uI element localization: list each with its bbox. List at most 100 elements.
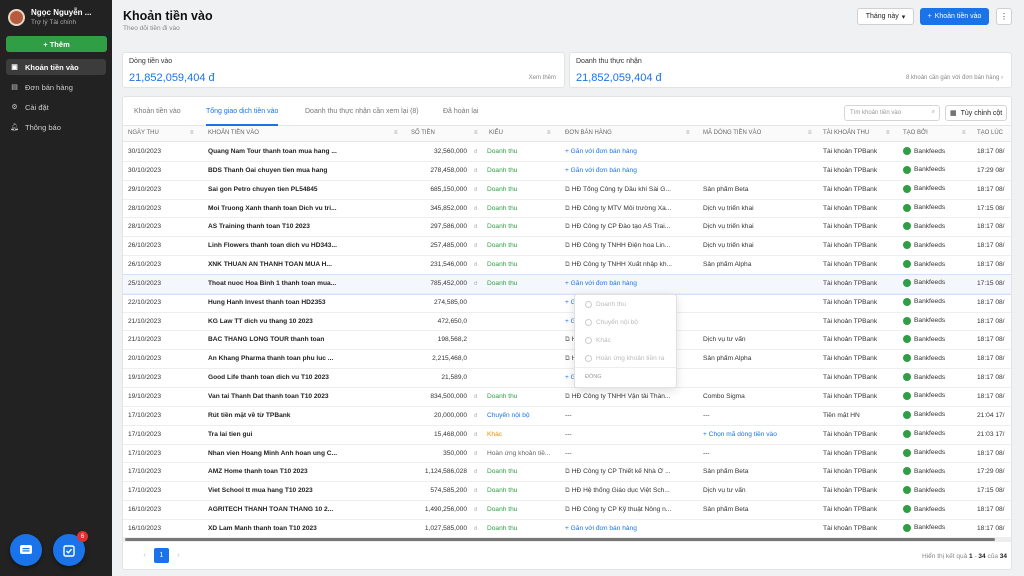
table-row[interactable]: 21/10/2023 KG Law TT dich vu thang 10 202…	[123, 313, 1011, 332]
cell-name[interactable]: KG Law TT dich vu thang 10 2023	[208, 318, 348, 325]
table-row[interactable]: 17/10/2023 Nhan vien Hoang Minh Anh hoan …	[123, 445, 1011, 464]
add-button[interactable]: + Thêm	[6, 36, 107, 52]
type-option[interactable]: Khác	[575, 331, 676, 349]
col-account[interactable]: TÀI KHOẢN THU	[823, 130, 869, 136]
month-select[interactable]: Tháng này ▾	[857, 8, 914, 25]
order-value[interactable]: HĐ Tổng Công ty Dầu khí Sài G...	[572, 186, 671, 193]
cell-name[interactable]: AS Training thanh toan T10 2023	[208, 223, 348, 230]
table-row[interactable]: 16/10/2023 XD Lam Manh thanh toan T10 202…	[123, 520, 1011, 539]
order-value[interactable]: HĐ Công ty TNHH Điện hoa Lin...	[572, 242, 670, 249]
cell-name[interactable]: XNK THUAN AN THANH TOAN MUA H...	[208, 261, 348, 268]
order-value[interactable]: HĐ Công ty TNHH Vận tải Thàn...	[572, 393, 671, 400]
cell-type[interactable]: Doanh thu	[487, 242, 555, 249]
cell-type[interactable]: Doanh thu	[487, 261, 555, 268]
cell-name[interactable]: Van tai Thanh Dat thanh toan T10 2023	[208, 393, 348, 400]
table-row[interactable]: 22/10/2023 Hung Hanh Invest thanh toan HD…	[123, 294, 1011, 313]
table-row[interactable]: 28/10/2023 AS Training thanh toan T10 202…	[123, 218, 1011, 238]
filter-icon[interactable]: ≡	[808, 130, 812, 136]
filter-icon[interactable]: ≡	[962, 130, 966, 136]
order-value[interactable]: HĐ Công ty CP Đào tạo AS Trai...	[572, 223, 670, 230]
table-row[interactable]: 17/10/2023 Rút tiền mặt về từ TPBank 20,00…	[123, 407, 1011, 426]
table-row[interactable]: 19/10/2023 Good Life thanh toan dich vu T…	[123, 369, 1011, 388]
col-date[interactable]: NGÀY THU	[128, 130, 159, 136]
cell-name[interactable]: Tra lai tien gui	[208, 431, 348, 438]
order-value[interactable]: HĐ Công ty MTV Môi trường Xa...	[572, 205, 672, 212]
order-value[interactable]: HĐ Công ty CP Kỹ thuật Nông n...	[572, 506, 672, 513]
table-row[interactable]: 25/10/2023 Thoat nuoc Hoa Binh 1 thanh to…	[123, 273, 1011, 295]
cell-name[interactable]: Thoat nuoc Hoa Binh 1 thanh toan mua...	[208, 280, 348, 287]
order-value[interactable]: HĐ Công ty TNHH Xuất nhập kh...	[572, 261, 672, 268]
cell-type[interactable]: Doanh thu	[487, 506, 555, 513]
table-row[interactable]: 17/10/2023 AMZ Home thanh toan T10 2023 1,…	[123, 463, 1011, 483]
scrollbar-thumb[interactable]	[125, 538, 995, 541]
cell-type[interactable]: Doanh thu	[487, 167, 555, 174]
cell-type[interactable]: Doanh thu	[487, 468, 555, 475]
external-link-icon[interactable]: ⧉	[565, 393, 570, 400]
table-row[interactable]: 26/10/2023 Linh Flowers thanh toan dich v…	[123, 237, 1011, 257]
cell-name[interactable]: Quang Nam Tour thanh toan mua hang ...	[208, 148, 348, 155]
sidebar-item-notifications[interactable]: 🔔︎ Thông báo	[6, 119, 106, 135]
link-sales-order-button[interactable]: + Gắn với đơn bán hàng	[565, 280, 637, 287]
cell-name[interactable]: AMZ Home thanh toan T10 2023	[208, 468, 348, 475]
revenue-link[interactable]: 8 khoản cần gán với đơn bán hàng ›	[906, 75, 1003, 81]
type-option[interactable]: Hoàn ứng khoản tiền ra	[575, 349, 676, 367]
col-created-at[interactable]: TẠO LÚC	[977, 130, 1003, 136]
col-name[interactable]: KHOẢN TIỀN VÀO	[208, 130, 259, 136]
cell-type[interactable]: Doanh thu	[487, 223, 555, 230]
cell-type[interactable]: Doanh thu	[487, 186, 555, 193]
filter-icon[interactable]: ≡	[686, 130, 690, 136]
add-incoming-button[interactable]: + Khoản tiền vào	[920, 8, 989, 25]
external-link-icon[interactable]: ⧉	[565, 487, 570, 494]
cell-name[interactable]: Viet School tt mua hang T10 2023	[208, 487, 348, 494]
sidebar-item-settings[interactable]: ⚙ Cài đặt	[6, 99, 106, 115]
external-link-icon[interactable]: ⧉	[565, 355, 570, 362]
external-link-icon[interactable]: ⧉	[565, 261, 570, 268]
table-row[interactable]: 17/10/2023 Viet School tt mua hang T10 20…	[123, 482, 1011, 502]
cell-name[interactable]: BAC THANG LONG TOUR thanh toan	[208, 336, 348, 343]
sidebar-item-incoming[interactable]: ▣ Khoản tiền vào	[6, 59, 106, 75]
cell-inflow-code[interactable]: + Chọn mã dòng tiền vào	[703, 431, 813, 438]
cell-name[interactable]: BDS Thanh Oai chuyen tien mua hang	[208, 167, 348, 174]
horizontal-scrollbar[interactable]	[123, 537, 1011, 542]
filter-icon[interactable]: ≡	[394, 130, 398, 136]
dropdown-close[interactable]: ĐÓNG	[575, 367, 676, 380]
cell-type[interactable]: Doanh thu	[487, 280, 555, 287]
search-input[interactable]: Tìm khoản tiền vào ⌕	[844, 105, 940, 121]
tab-incoming[interactable]: Khoản tiền vào	[134, 108, 181, 126]
page-button-current[interactable]: 1	[154, 548, 169, 563]
table-row[interactable]: 29/10/2023 Sai gon Petro chuyen tien PL54…	[123, 181, 1011, 200]
table-row[interactable]: 30/10/2023 Quang Nam Tour thanh toan mua …	[123, 143, 1011, 162]
link-sales-order-button[interactable]: + Gắn với đơn bán hàng	[565, 167, 637, 174]
cell-name[interactable]: XD Lam Manh thanh toan T10 2023	[208, 525, 348, 532]
col-sales-order[interactable]: ĐƠN BÁN HÀNG	[565, 130, 612, 136]
tab-total-transactions[interactable]: Tổng giao dịch tiền vào	[206, 108, 279, 126]
sidebar-item-sales-orders[interactable]: ▤ Đơn bán hàng	[6, 79, 106, 95]
table-row[interactable]: 28/10/2023 Moi Truong Xanh thanh toan Dic…	[123, 200, 1011, 219]
cell-type[interactable]: Chuyển nội bộ	[487, 412, 555, 419]
cell-name[interactable]: Linh Flowers thanh toan dich vu HD343...	[208, 242, 348, 249]
next-page-button[interactable]: ›	[171, 548, 186, 563]
table-row[interactable]: 26/10/2023 XNK THUAN AN THANH TOAN MUA H.…	[123, 256, 1011, 275]
cell-name[interactable]: AGRITECH THANH TOAN THANG 10 2...	[208, 506, 348, 513]
inflow-more-link[interactable]: Xem thêm	[529, 75, 556, 81]
filter-icon[interactable]: ≡	[886, 130, 890, 136]
type-option[interactable]: Chuyển nội bộ	[575, 313, 676, 331]
customize-columns-button[interactable]: ▦ Tùy chỉnh cột	[945, 105, 1007, 121]
cell-type[interactable]: Doanh thu	[487, 393, 555, 400]
external-link-icon[interactable]: ⧉	[565, 336, 570, 343]
filter-icon[interactable]: ≡	[474, 130, 478, 136]
col-inflow-code[interactable]: MÃ DÒNG TIỀN VÀO	[703, 130, 761, 136]
cell-name[interactable]: An Khang Pharma thanh toan phu luc ...	[208, 355, 348, 362]
order-value[interactable]: HĐ Công ty CP Thiết kế Nhà Ở ...	[572, 468, 671, 475]
cell-type[interactable]: Doanh thu	[487, 525, 555, 532]
order-value[interactable]: HĐ Hệ thống Giáo dục Việt Sch...	[572, 487, 670, 494]
cell-name[interactable]: Sai gon Petro chuyen tien PL54845	[208, 186, 348, 193]
cell-name[interactable]: Rút tiền mặt về từ TPBank	[208, 412, 348, 419]
col-amount[interactable]: SỐ TIỀN	[411, 130, 435, 136]
cell-type[interactable]: Doanh thu	[487, 148, 555, 155]
filter-icon[interactable]: ≡	[190, 130, 194, 136]
cell-name[interactable]: Good Life thanh toan dich vu T10 2023	[208, 374, 348, 381]
external-link-icon[interactable]: ⧉	[565, 223, 570, 230]
filter-icon[interactable]: ≡	[547, 130, 551, 136]
col-created-by[interactable]: TẠO BỞI	[903, 130, 928, 136]
